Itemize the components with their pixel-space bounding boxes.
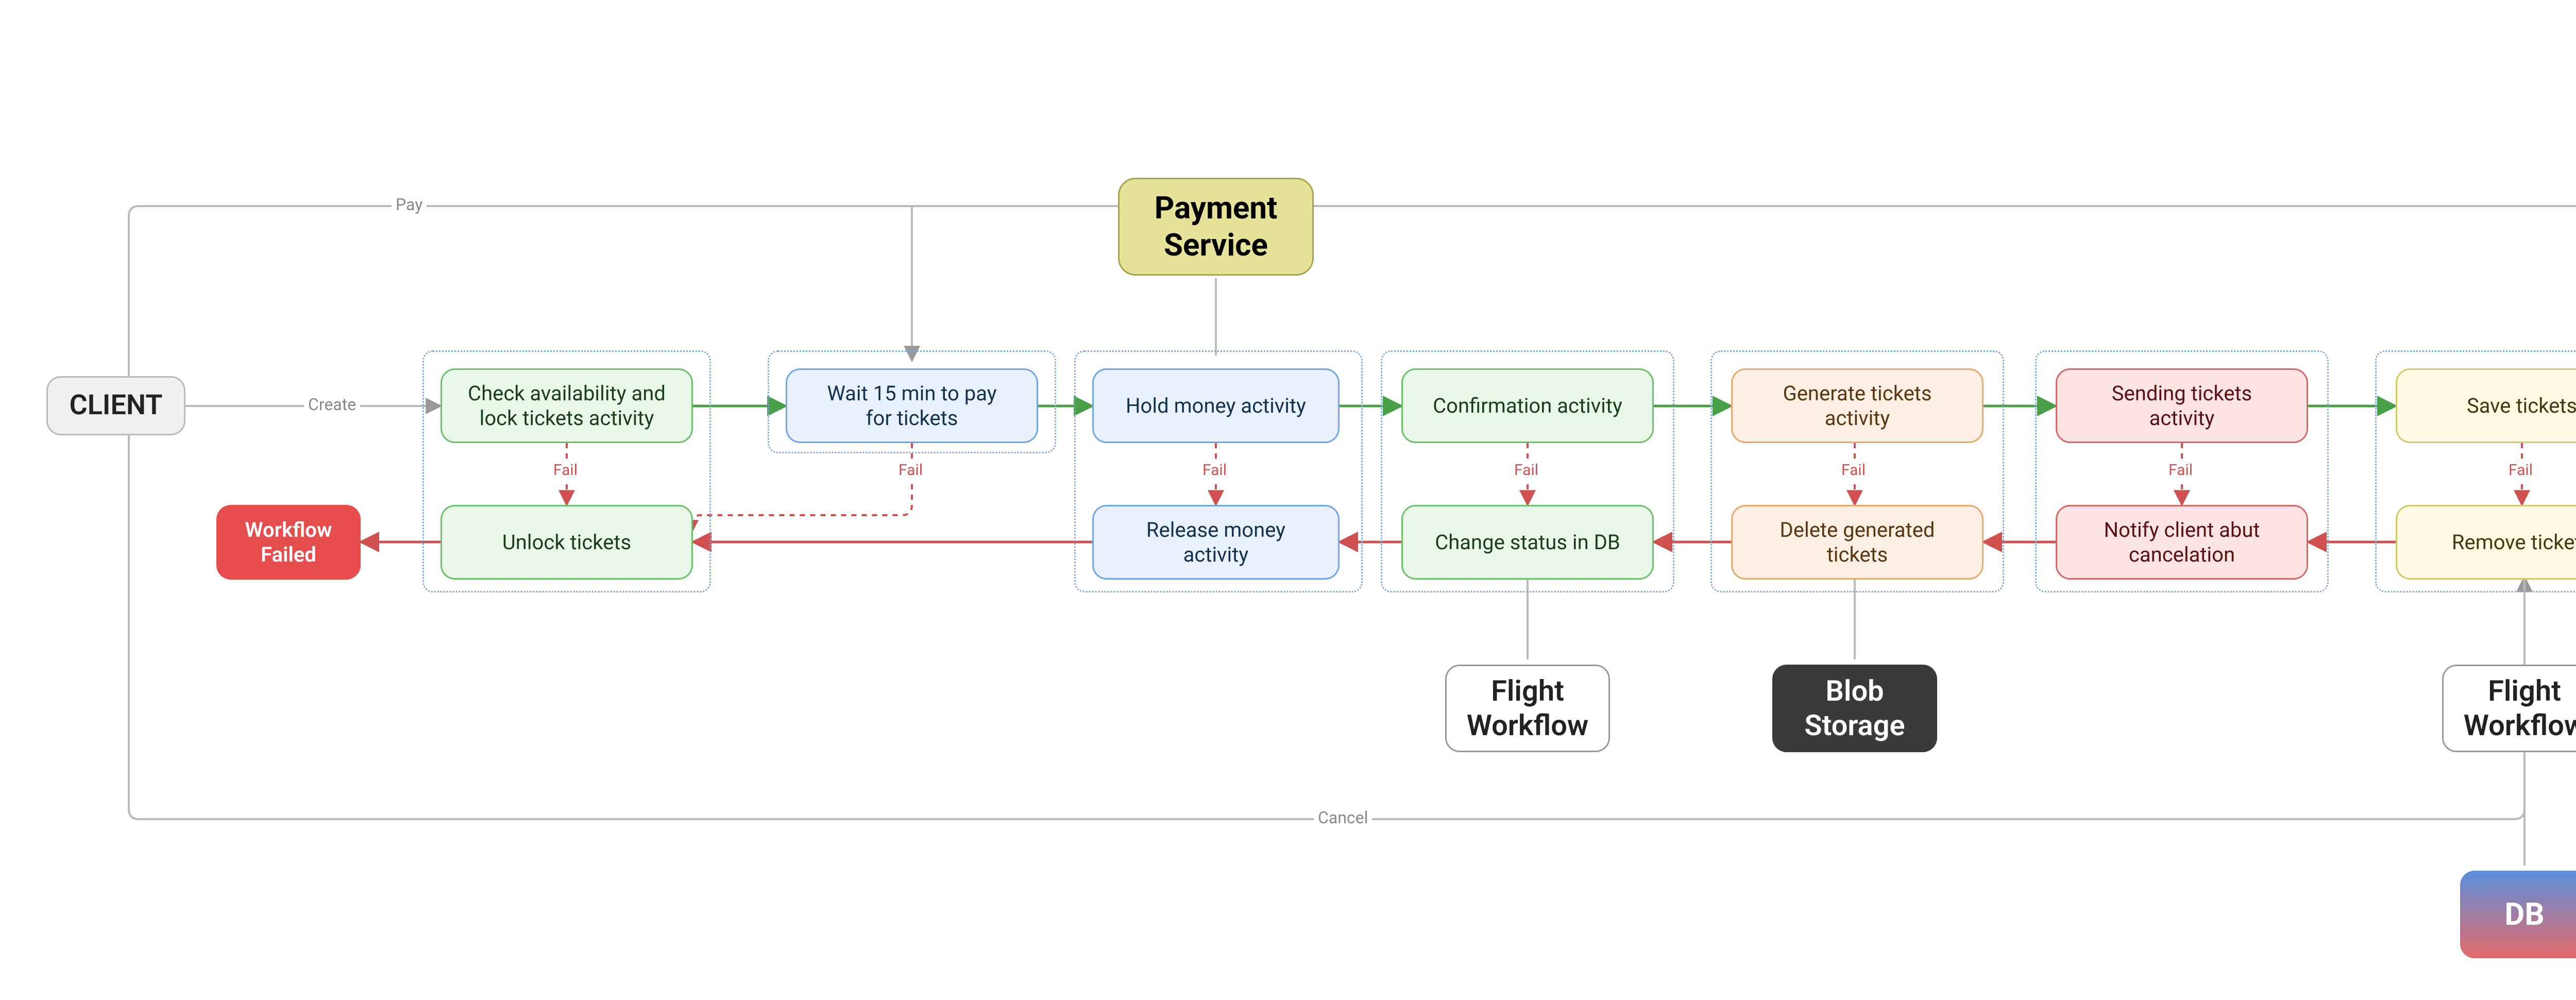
node-workflow-failed: WorkflowFailed <box>216 505 361 580</box>
diagram-canvas: Create Pay Cancel Cancel Fail Fail Fail … <box>0 0 2576 1000</box>
edge-label-cancel-1: Cancel <box>1314 808 1372 827</box>
node-blob-storage: BlobStorage <box>1772 665 1937 752</box>
edge-label-create: Create <box>304 395 360 414</box>
node-flight-workflow-1: FlightWorkflow <box>1445 665 1610 752</box>
node-flight-workflow-2: FlightWorkflow <box>2442 665 2576 752</box>
node-confirmation: Confirmation activity <box>1401 368 1654 443</box>
node-hold-money: Hold money activity <box>1092 368 1340 443</box>
node-wait-pay: Wait 15 min to payfor tickets <box>786 368 1038 443</box>
node-db: DB <box>2460 871 2576 958</box>
node-change-status: Change status in DB <box>1401 505 1654 580</box>
edge-label-pay: Pay <box>392 195 427 214</box>
node-delete-generated: Delete generatedtickets <box>1731 505 1984 580</box>
node-send-tickets: Sending ticketsactivity <box>2056 368 2308 443</box>
fail-label-2: Fail <box>895 461 926 479</box>
node-remove-tickets: Remove tickets <box>2396 505 2576 580</box>
node-client: CLIENT <box>46 376 185 435</box>
node-notify-client: Notify client abutcancelation <box>2056 505 2308 580</box>
node-release-money: Release moneyactivity <box>1092 505 1340 580</box>
node-save-tickets: Save tickets <box>2396 368 2576 443</box>
node-gen-tickets: Generate ticketsactivity <box>1731 368 1984 443</box>
node-payment-service: PaymentService <box>1118 178 1314 276</box>
node-check-lock: Check availability andlock tickets activ… <box>440 368 693 443</box>
node-unlock: Unlock tickets <box>440 505 693 580</box>
